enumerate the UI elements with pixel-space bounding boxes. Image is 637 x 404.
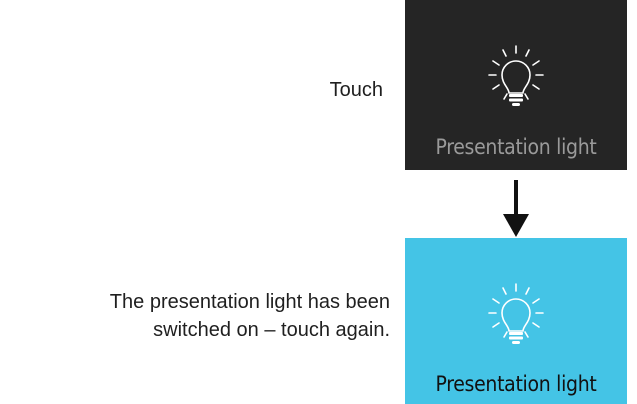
presentation-light-button-off[interactable]: Presentation light bbox=[405, 0, 627, 170]
arrow-down-icon bbox=[503, 180, 529, 237]
tile-label: Presentation light bbox=[435, 372, 597, 396]
lightbulb-icon bbox=[488, 45, 544, 106]
lightbulb-icon bbox=[488, 283, 544, 344]
step2-instruction: The presentation light has been switched… bbox=[109, 291, 390, 341]
tile-label: Presentation light bbox=[435, 135, 597, 159]
presentation-light-button-on[interactable]: Presentation light bbox=[405, 238, 627, 404]
step1-instruction: Touch bbox=[329, 79, 383, 101]
